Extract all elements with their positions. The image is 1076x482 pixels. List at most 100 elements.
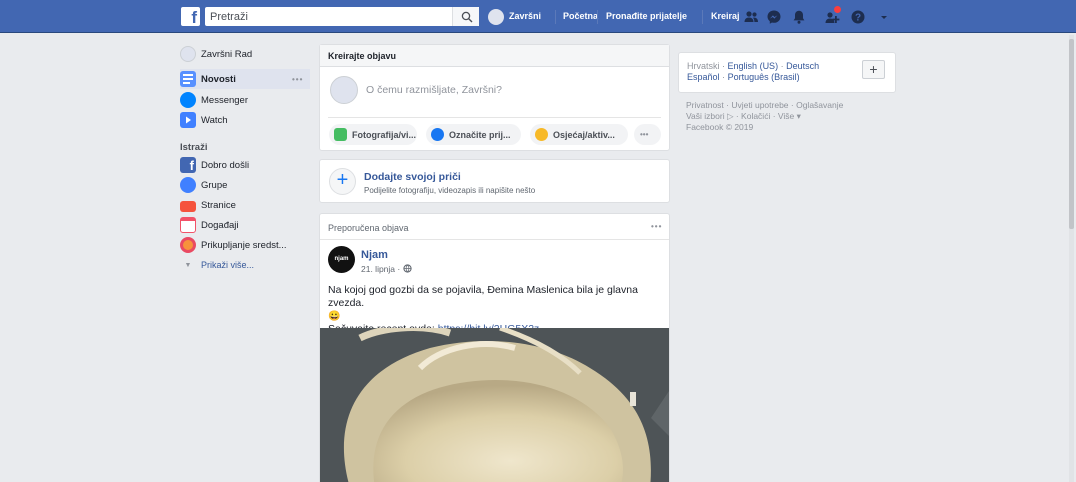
sidebar-item-pages[interactable]: Stranice (180, 195, 310, 215)
more-options-icon[interactable]: ••• (292, 75, 303, 84)
facebook-icon: f (180, 157, 196, 173)
more-actions-button[interactable]: ••• (634, 124, 661, 145)
sidebar-item-label: Novosti (201, 73, 236, 85)
sidebar-item-label: Dobro došli (201, 159, 250, 171)
feeling-emoji-icon (535, 128, 548, 141)
post-date[interactable]: 21. lipnja (361, 264, 395, 274)
sidebar-item-fundraisers[interactable]: Prikupljanje sredst... (180, 235, 310, 255)
profile-avatar[interactable] (488, 9, 504, 25)
create-post-header: Kreirajte objavu (320, 45, 669, 67)
post-body: Na kojoj god gozbi da se pojavila, Ðemin… (328, 284, 638, 309)
add-story-plus-icon[interactable]: + (329, 168, 356, 195)
post-header-label: Preporučena objava (328, 223, 409, 233)
advertising-link[interactable]: Oglašavanje (796, 100, 843, 110)
pages-flag-icon (180, 200, 196, 212)
home-link[interactable]: Početna (563, 0, 598, 33)
terms-link[interactable]: Uvjeti upotrebe (731, 100, 788, 110)
explore-heading: Istraži (180, 142, 208, 153)
svg-text:?: ? (855, 13, 861, 24)
story-subtitle: Podijelite fotografiju, videozapis ili n… (364, 186, 536, 195)
see-more-link[interactable]: ▼ Prikaži više... (180, 255, 310, 275)
create-link[interactable]: Kreiraj (711, 0, 740, 33)
sidebar-item-groups[interactable]: Grupe (180, 175, 310, 195)
see-more-label: Prikaži više... (201, 260, 255, 270)
chip-label: Označite prij... (449, 129, 511, 140)
post-photo[interactable] (320, 328, 670, 482)
post-meta: 21. lipnja · (361, 264, 412, 274)
story-title[interactable]: Dodajte svojoj priči (364, 171, 461, 183)
suggested-post-card: Preporučena objava ••• njam Njam 21. lip… (319, 213, 670, 482)
sidebar-item-events[interactable]: Događaji (180, 215, 310, 235)
sidebar-item-label: Grupe (201, 179, 228, 191)
chip-label: Osjećaj/aktiv... (553, 129, 615, 140)
tag-friends-icon (431, 128, 444, 141)
divider (702, 10, 703, 24)
news-feed-icon (180, 71, 196, 87)
photo-icon (334, 128, 347, 141)
bell-icon[interactable] (791, 9, 807, 25)
calendar-icon (180, 217, 196, 233)
scrollbar-thumb[interactable] (1069, 39, 1074, 229)
help-icon[interactable]: ? (850, 9, 866, 25)
sidebar-item-news-feed[interactable]: Novosti ••• (180, 69, 310, 89)
search-input[interactable] (205, 7, 479, 26)
ad-choices-link[interactable]: Vaši izbori ▷ (686, 111, 733, 121)
author-name[interactable]: Njam (361, 249, 388, 261)
sidebar-item-watch[interactable]: Watch (180, 110, 310, 130)
search-icon (461, 11, 473, 23)
composer-avatar (330, 76, 358, 104)
profile-link[interactable]: Završni (509, 0, 541, 33)
divider (328, 117, 661, 118)
sidebar-item-label: Događaji (201, 219, 239, 231)
sidebar-item-messenger[interactable]: Messenger (180, 90, 310, 110)
messenger-icon (180, 92, 196, 108)
sidebar-item-label: Stranice (201, 199, 236, 211)
fundraiser-icon (180, 237, 196, 253)
divider (597, 10, 598, 24)
privacy-link[interactable]: Privatnost (686, 100, 724, 110)
author-avatar[interactable]: njam (328, 246, 355, 273)
chevron-down-icon: ▼ (184, 261, 192, 269)
divider (320, 239, 669, 240)
chip-label: Fotografija/vi... (352, 129, 417, 140)
search-button[interactable] (452, 7, 479, 26)
sidebar-item-label: Prikupljanje sredst... (201, 239, 287, 251)
add-story-card[interactable]: + Dodajte svojoj priči Podijelite fotogr… (319, 159, 670, 203)
notification-dot (834, 6, 841, 13)
more-link[interactable]: Više ▾ (778, 111, 801, 121)
add-language-button[interactable]: + (862, 60, 885, 79)
friends-icon[interactable] (743, 9, 759, 25)
messenger-icon[interactable] (766, 9, 782, 25)
language-link[interactable]: Español (687, 72, 720, 82)
sidebar-profile[interactable]: Završni Rad (180, 44, 310, 64)
sidebar-profile-label: Završni Rad (201, 48, 253, 60)
cookies-link[interactable]: Kolačići (741, 111, 770, 121)
facebook-logo[interactable]: f (181, 7, 200, 26)
create-post-card: Kreirajte objavu O čemu razmišljate, Zav… (319, 44, 670, 151)
language-link[interactable]: Deutsch (786, 61, 819, 71)
find-friends-link[interactable]: Pronađite prijatelje (606, 0, 687, 33)
language-selector-card: Hrvatski · English (US) · Deutsch Españo… (678, 52, 896, 93)
sidebar-item-welcome[interactable]: f Dobro došli (180, 155, 310, 175)
sidebar-item-label: Messenger (201, 94, 248, 106)
footer-links: Privatnost · Uvjeti upotrebe · Oglašavan… (686, 100, 844, 132)
profile-avatar-icon (180, 46, 196, 62)
globe-icon (402, 264, 412, 273)
top-navigation-bar: f Završni Početna Pronađite prijatelje K… (0, 0, 1076, 33)
sidebar-item-label: Watch (201, 114, 228, 126)
language-list: Hrvatski · English (US) · Deutsch Españo… (687, 61, 820, 82)
smile-emoji-icon: 😀 (328, 311, 341, 322)
scrollbar-track[interactable] (1069, 35, 1074, 482)
language-current: Hrvatski (687, 61, 720, 71)
photo-video-button[interactable]: Fotografija/vi... (329, 124, 417, 145)
post-options-icon[interactable]: ••• (651, 222, 662, 231)
tag-friends-button[interactable]: Označite prij... (426, 124, 521, 145)
feeling-activity-button[interactable]: Osjećaj/aktiv... (530, 124, 628, 145)
composer-input[interactable]: O čemu razmišljate, Završni? (366, 84, 502, 96)
groups-icon (180, 177, 196, 193)
caret-down-icon[interactable] (876, 9, 892, 25)
watch-icon (180, 112, 196, 128)
language-link[interactable]: Português (Brasil) (728, 72, 800, 82)
language-link[interactable]: English (US) (728, 61, 779, 71)
divider (555, 10, 556, 24)
